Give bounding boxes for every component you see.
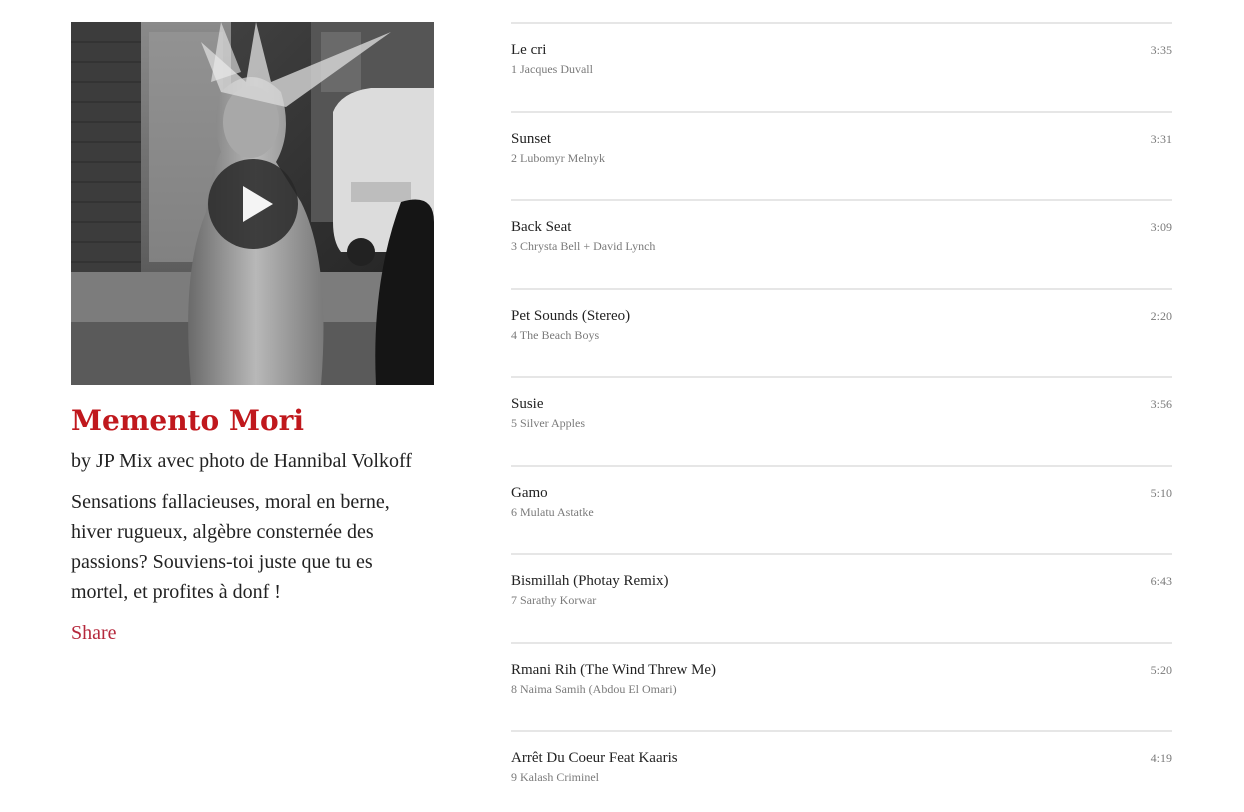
track-duration: 4:19 [1150,751,1172,765]
track-row[interactable]: Pet Sounds (Stereo) 4 The Beach Boys 2:20 [511,287,1172,377]
track-row[interactable]: Back Seat 3 Chrysta Bell + David Lynch 3:0… [511,199,1172,288]
track-row[interactable]: Sunset 2 Lubomyr Melnyk 3:31 [511,110,1172,200]
track-number: 1 [511,62,517,76]
track-title: Sunset [511,130,552,147]
track-artist-name: Naima Samih (Abdou El Omari) [520,681,677,696]
track-number: 3 [511,239,517,253]
play-button[interactable] [208,159,298,249]
track-artist-name: Chrysta Bell + David Lynch [520,239,656,253]
track-artist: 5 Silver Apples [511,416,585,431]
mix-page: Memento Mori by JP Mix avec photo de Han… [0,0,1244,812]
track-artist: 6 Mulatu Astatke [511,505,594,520]
track-duration: 3:56 [1150,397,1172,411]
track-title: Le cri [511,42,547,58]
track-artist: 7 Sarathy Korwar [511,593,596,608]
track-artist: 2 Lubomyr Melnyk [511,151,605,166]
track-artist-name: Sarathy Korwar [520,593,597,607]
track-title: Bismillah (Photay Remix) [511,573,669,589]
track-row[interactable]: Bismillah (Photay Remix) 7 Sarathy Korwar… [511,553,1172,642]
track-number: 9 [511,770,517,784]
track-title: Pet Sounds (Stereo) [511,307,631,324]
track-number: 7 [511,593,517,607]
tracklist: Le cri 1 Jacques Duvall 3:35 Sunset 2 Lubomy… [511,22,1172,812]
track-row[interactable]: Rmani Rih (The Wind Threw Me) 8 Naima Sam… [511,641,1172,731]
track-artist-name: Lubomyr Melnyk [520,150,605,165]
track-duration: 5:20 [1150,662,1172,677]
track-row[interactable]: Arrêt Du Coeur Feat Kaaris 9 Kalash Crimi… [511,730,1172,812]
track-number: 8 [511,681,517,696]
track-number: 2 [511,150,517,165]
track-title: Gamo [511,484,548,501]
track-duration: 6:43 [1150,574,1172,588]
track-number: 6 [511,504,517,519]
share-link[interactable]: Share [71,620,117,646]
track-row[interactable]: Le cri 1 Jacques Duvall 3:35 [511,22,1172,111]
track-duration: 3:35 [1150,43,1172,57]
track-artist-name: Kalash Criminel [520,770,599,784]
track-artist: 8 Naima Samih (Abdou El Omari) [511,682,677,697]
track-number: 5 [511,416,517,430]
track-row[interactable]: Gamo 6 Mulatu Astatke 5:10 [511,464,1172,554]
mix-title: Memento Mori [71,404,305,437]
mix-byline: by JP Mix avec photo de Hannibal Volkoff [71,450,412,472]
track-artist-name: The Beach Boys [519,327,600,342]
track-duration: 3:09 [1150,220,1172,234]
track-artist: 3 Chrysta Bell + David Lynch [511,239,655,254]
track-artist-name: Mulatu Astatke [520,504,594,519]
track-title: Arrêt Du Coeur Feat Kaaris [511,750,678,766]
track-duration: 2:20 [1150,308,1172,323]
track-artist: 4 The Beach Boys [511,328,599,343]
track-artist: 1 Jacques Duvall [511,62,593,77]
track-artist-name: Silver Apples [520,416,585,430]
mix-info-panel: Memento Mori by JP Mix avec photo de Han… [71,22,434,646]
track-artist-name: Jacques Duvall [520,62,593,76]
mix-description: Sensations fallacieuses, moral en berne,… [71,491,390,603]
play-icon [243,186,273,222]
track-title: Back Seat [511,219,572,235]
track-duration: 5:10 [1150,485,1172,500]
mix-cover-image[interactable] [71,22,434,385]
track-artist: 9 Kalash Criminel [511,770,599,785]
track-title: Susie [511,396,544,412]
track-duration: 3:31 [1150,131,1172,146]
track-number: 4 [511,327,517,342]
track-title: Rmani Rih (The Wind Threw Me) [511,661,717,678]
track-row[interactable]: Susie 5 Silver Apples 3:56 [511,376,1172,465]
